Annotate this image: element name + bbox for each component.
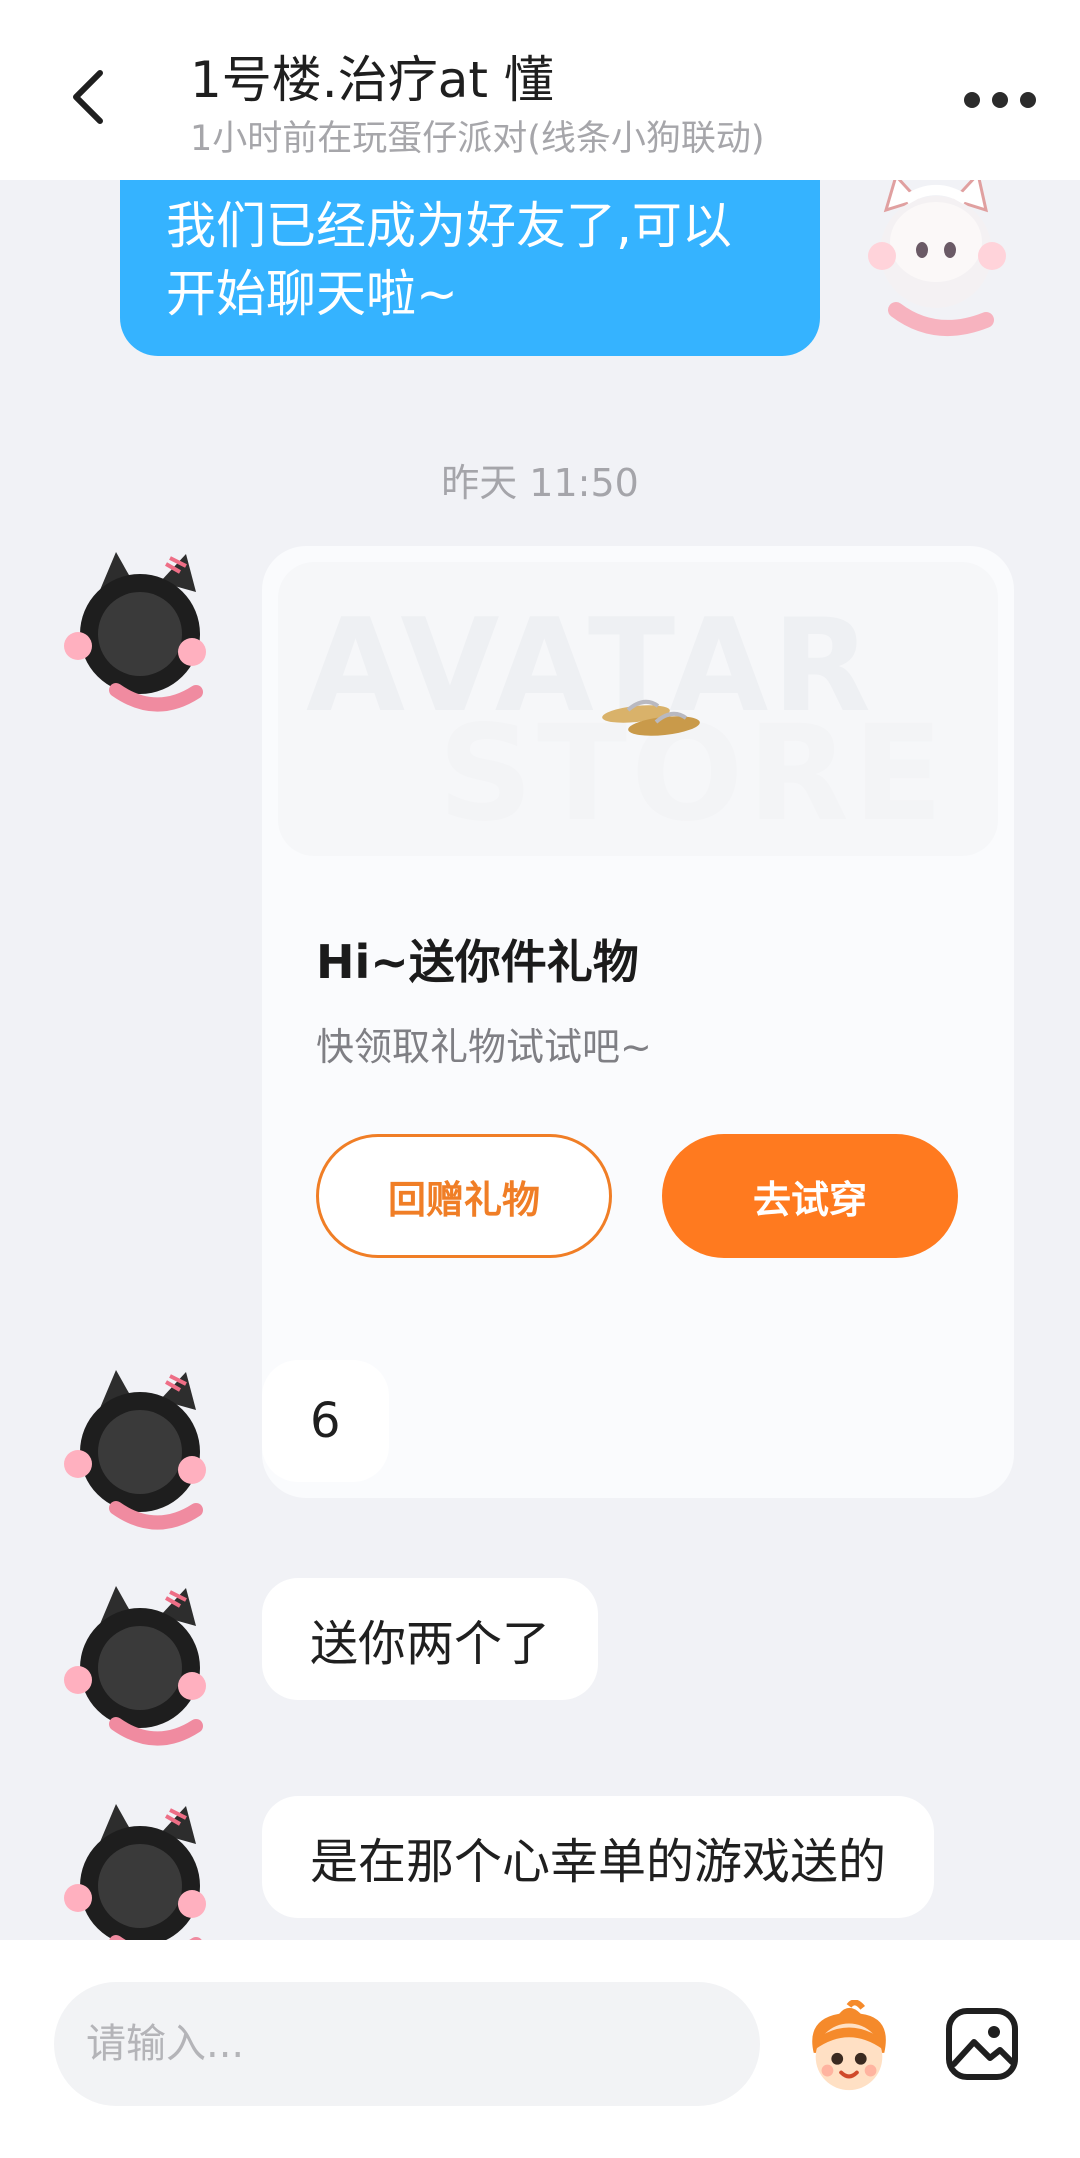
gift-preview-image[interactable]: AVATAR STORE: [278, 562, 998, 856]
try-on-button[interactable]: 去试穿: [662, 1134, 958, 1258]
friend-avatar[interactable]: [56, 1576, 216, 1746]
emoji-button[interactable]: [800, 1999, 898, 2098]
more-dots-icon: [964, 92, 980, 108]
composer-bar: [0, 1940, 1080, 2158]
gift-title: Hi~送你件礼物: [316, 935, 639, 989]
message-bubble-friend: 送你两个了: [262, 1578, 599, 1700]
black-cat-avatar-icon: [64, 1586, 206, 1746]
back-button[interactable]: [58, 62, 118, 132]
image-button[interactable]: [944, 2006, 1020, 2082]
message-bubble-friend: 是在那个心幸单的游戏送的: [262, 1796, 935, 1918]
message-bubble-self: 我们已经成为好友了,可以开始聊天啦~: [120, 180, 820, 356]
self-avatar[interactable]: [856, 180, 1016, 340]
chat-messages[interactable]: 我们已经成为好友了,可以开始聊天啦~ 昨天 11:50 AVATAR STORE…: [0, 180, 1080, 1940]
gift-card[interactable]: AVATAR STORE Hi~送你件礼物 快领取礼物试试吧~ 回赠礼物 去试穿: [262, 546, 1014, 1498]
black-cat-avatar-icon: [64, 1804, 206, 1940]
return-gift-button[interactable]: 回赠礼物: [316, 1134, 612, 1258]
chevron-left-icon: [73, 70, 103, 124]
image-icon: [946, 2008, 1018, 2080]
friend-avatar[interactable]: [56, 542, 216, 712]
friend-avatar[interactable]: [56, 1794, 216, 1940]
more-options-button[interactable]: [950, 80, 1050, 120]
black-cat-avatar-icon: [64, 1370, 206, 1530]
chat-header: 1号楼.治疗at 懂 1小时前在玩蛋仔派对(线条小狗联动): [0, 0, 1080, 180]
chat-status: 1小时前在玩蛋仔派对(线条小狗联动): [190, 119, 765, 159]
gift-description: 快领取礼物试试吧~: [316, 1025, 652, 1069]
white-cat-avatar-icon: [868, 180, 1006, 336]
chat-title: 1号楼.治疗at 懂: [190, 51, 554, 109]
black-cat-avatar-icon: [64, 552, 206, 712]
friend-avatar[interactable]: [56, 1360, 216, 1530]
message-bubble-friend: 6: [262, 1360, 389, 1482]
message-input[interactable]: [54, 1982, 760, 2106]
emoji-icon: [812, 1999, 886, 2091]
sandals-icon: [602, 699, 700, 736]
message-timestamp: 昨天 11:50: [441, 461, 639, 505]
